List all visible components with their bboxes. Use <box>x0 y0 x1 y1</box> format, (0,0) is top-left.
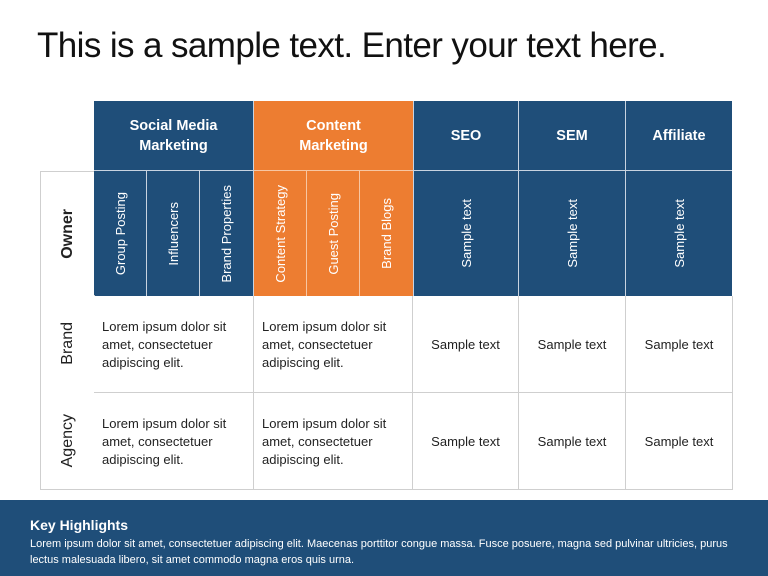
owner-label: Owner <box>58 208 76 259</box>
agency-label: Agency <box>58 413 76 468</box>
table-cell: Lorem ipsum dolor sit amet, consectetuer… <box>254 296 413 393</box>
table-cell: Sample text <box>413 393 519 490</box>
key-highlights-footer: Key Highlights Lorem ipsum dolor sit ame… <box>0 500 768 576</box>
subheader-brand-blogs: Brand Blogs <box>360 171 413 296</box>
subheader-group-posting: Group Posting <box>94 171 147 296</box>
header-affiliate: Affiliate <box>626 101 732 171</box>
subheader-influencers: Influencers <box>147 171 200 296</box>
subheader-guest-posting: Guest Posting <box>307 171 360 296</box>
subheader-affiliate: Sample text <box>626 171 732 296</box>
slide-title: This is a sample text. Enter your text h… <box>37 26 667 65</box>
subheader-sem: Sample text <box>519 171 626 296</box>
table-cell: Lorem ipsum dolor sit amet, consectetuer… <box>94 296 254 393</box>
table-cell: Sample text <box>519 393 626 490</box>
footer-text: Lorem ipsum dolor sit amet, consectetuer… <box>30 538 728 566</box>
table-cell: Lorem ipsum dolor sit amet, consectetuer… <box>94 393 254 490</box>
table-cell: Sample text <box>626 393 733 490</box>
table-cell: Lorem ipsum dolor sit amet, consectetuer… <box>254 393 413 490</box>
subheader-brand-properties: Brand Properties <box>200 171 254 296</box>
header-sem: SEM <box>519 101 626 171</box>
row-label-brand: Brand <box>40 295 95 393</box>
brand-label: Brand <box>58 322 76 365</box>
table-cell: Sample text <box>626 296 733 393</box>
table-cell: Sample text <box>413 296 519 393</box>
row-label-owner: Owner <box>40 171 95 296</box>
header-social-media-marketing: Social Media Marketing <box>94 101 254 171</box>
subheader-content-strategy: Content Strategy <box>254 171 307 296</box>
footer-heading: Key Highlights <box>30 517 129 533</box>
table-cell: Sample text <box>519 296 626 393</box>
header-content-marketing: Content Marketing <box>254 101 413 171</box>
header-seo: SEO <box>413 101 519 171</box>
subheader-seo: Sample text <box>413 171 519 296</box>
row-label-agency: Agency <box>40 392 95 490</box>
